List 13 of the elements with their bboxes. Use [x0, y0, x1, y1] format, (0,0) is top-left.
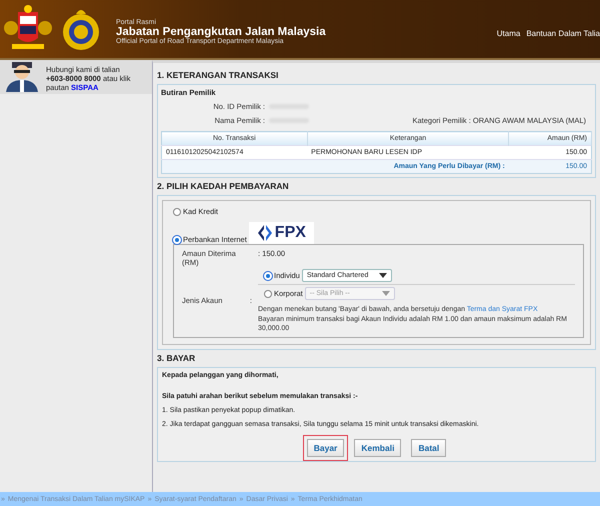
nav-link[interactable]: Utama [496, 28, 520, 38]
action-button[interactable]: Bayar [306, 439, 344, 458]
fpx-logo: FPX [248, 222, 314, 244]
caret-icon [382, 291, 390, 296]
officer-icon [4, 62, 40, 92]
action-button[interactable]: Kembali [354, 439, 402, 458]
section-title: 1. KETERANGAN TRANSAKSI [157, 70, 280, 80]
section-title: 2. PILIH KAEDAH PEMBAYARAN [157, 181, 290, 191]
section-title: 3. BAYAR [157, 353, 196, 364]
action-button[interactable]: Batal [411, 439, 446, 458]
caret-icon [378, 273, 387, 278]
nav-link[interactable]: Bantuan Dalam Talia [526, 28, 600, 38]
site-title: Jabatan Pengangkutan Jalan Malaysia [116, 26, 326, 38]
